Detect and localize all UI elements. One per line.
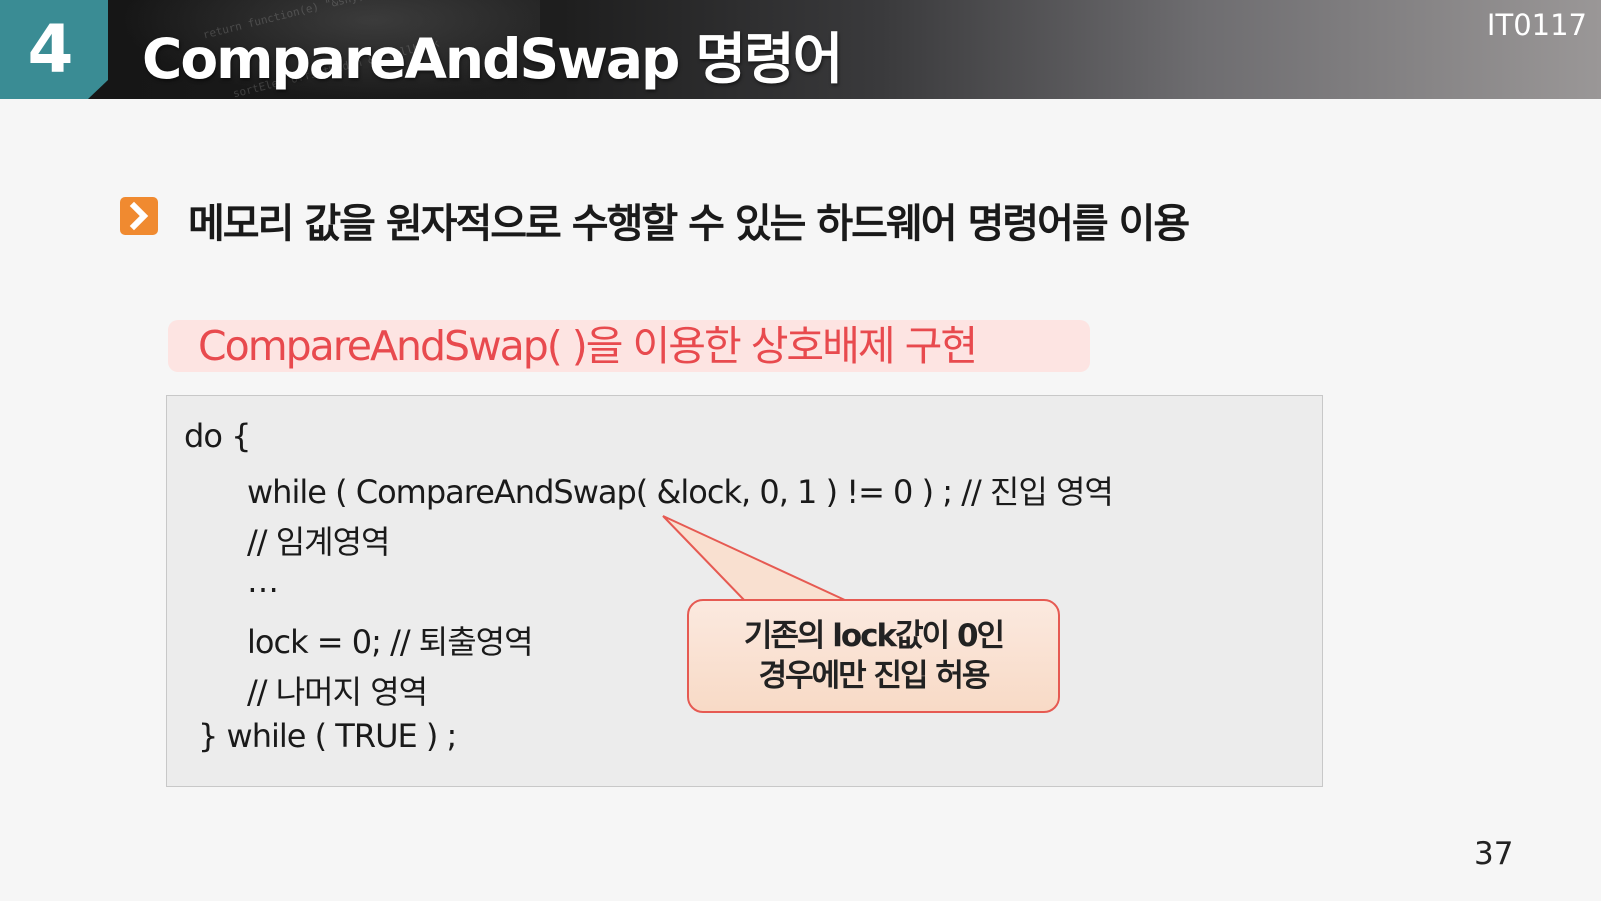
callout-box: 기존의 lock값이 0인 경우에만 진입 허용 <box>687 599 1060 713</box>
callout-pointer <box>662 515 848 602</box>
page-number: 37 <box>1474 836 1514 872</box>
callout-line-1: 기존의 lock값이 0인 <box>743 618 1005 654</box>
callout-line-2: 경우에만 진입 허용 <box>758 658 991 694</box>
